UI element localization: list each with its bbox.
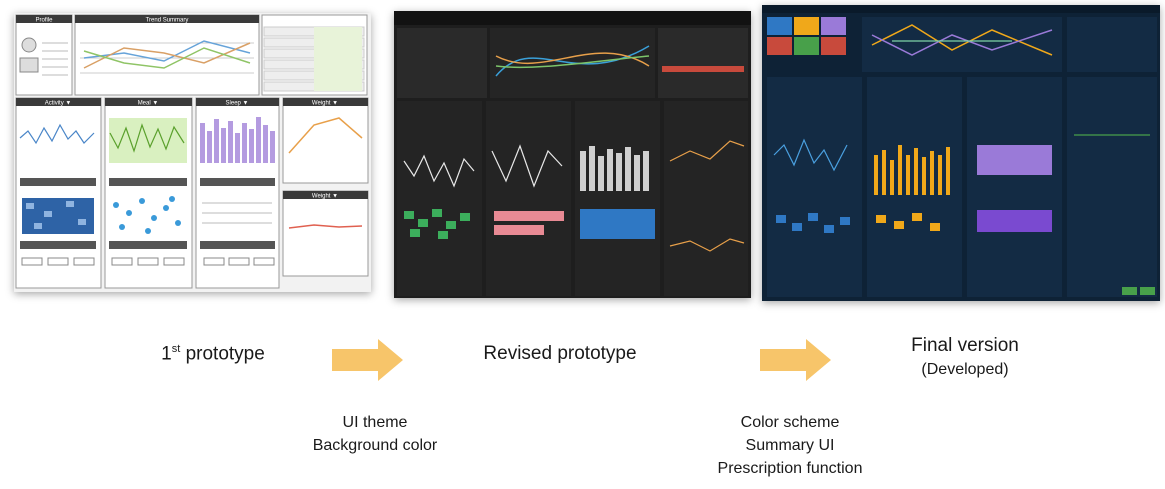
revised-prototype-screenshot: [394, 11, 751, 298]
stage-label-final-version: Final version (Developed): [850, 334, 1080, 382]
transition-1-changes: UI theme Background color: [275, 411, 475, 457]
change-item: UI theme: [342, 414, 408, 431]
arrow-revised-to-final: [760, 339, 831, 381]
panel-title-trend-summary: Trend Summary: [146, 18, 189, 24]
panel-title-sleep: Sleep ▼: [226, 101, 249, 107]
stage-label-first-number: 1: [161, 343, 172, 365]
transition-2-changes: Color scheme Summary UI Prescription fun…: [660, 411, 920, 480]
stage-label-revised-prototype: Revised prototype: [483, 343, 637, 364]
stage-label-first-prototype: 1st prototype: [128, 343, 298, 365]
change-item: Summary UI: [745, 437, 835, 454]
panel-title-profile: Profile: [35, 18, 53, 24]
panel-title-meal: Meal ▼: [138, 101, 159, 107]
first-prototype-screenshot: Profile Trend Summary Activity ▼ Meal ▼ …: [14, 13, 371, 292]
arrow-1-to-revised: [332, 339, 403, 381]
change-item: Color scheme: [740, 414, 840, 431]
change-item: Background color: [312, 437, 438, 454]
first-prototype-image: Profile Trend Summary Activity ▼ Meal ▼ …: [15, 14, 369, 289]
revised-prototype-image: [394, 11, 751, 296]
panel-title-weight: Weight ▼: [312, 101, 338, 107]
final-version-sublabel: (Developed): [921, 361, 1009, 378]
stage-label-first-text: prototype: [180, 343, 265, 365]
change-item: Prescription function: [717, 460, 863, 477]
panel-title-weight-2: Weight ▼: [312, 194, 338, 200]
final-version-screenshot: [762, 5, 1160, 301]
final-version-image: [762, 5, 1160, 297]
final-version-title: Final version: [911, 335, 1019, 356]
panel-title-activity: Activity ▼: [45, 101, 72, 107]
